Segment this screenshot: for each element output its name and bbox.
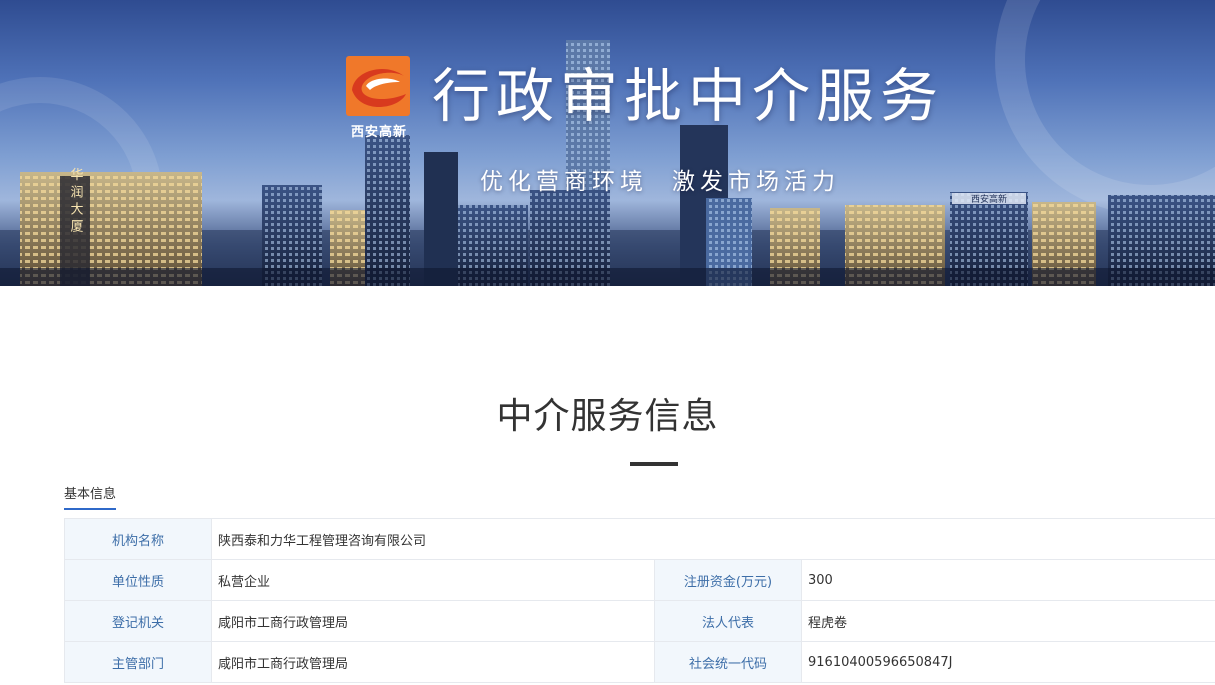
banner-title: 行政审批中介服务 [432,62,945,130]
banner-slogan: 优化营商环境 激发市场活力 [480,166,840,198]
capital-label: 注册资金(万元) [654,559,802,601]
logo-text: 西安高新 [350,125,407,140]
legal-rep-label: 法人代表 [654,600,802,642]
capital-value: 300 [801,559,1215,601]
table-row: 主管部门 咸阳市工商行政管理局 社会统一代码 91610400596650847… [64,641,1215,683]
slogan-part-2: 激发市场活力 [672,169,840,195]
nature-label: 单位性质 [64,559,212,601]
nature-value: 私营企业 [211,559,655,601]
table-row: 机构名称 陕西泰和力华工程管理咨询有限公司 [64,518,1215,560]
building-sign-1: 华 润 大 厦 [68,168,84,233]
slogan-part-1: 优化营商环境 [480,169,648,195]
org-name-value: 陕西泰和力华工程管理咨询有限公司 [211,518,1215,560]
credit-code-value: 91610400596650847J [801,641,1215,683]
credit-code-label: 社会统一代码 [654,641,802,683]
reg-authority-value: 咸阳市工商行政管理局 [211,600,655,642]
table-row: 单位性质 私营企业 注册资金(万元) 300 [64,559,1215,601]
tab-basic-info[interactable]: 基本信息 [64,486,117,510]
org-name-label: 机构名称 [64,518,212,560]
legal-rep-value: 程虎卷 [801,600,1215,642]
dept-label: 主管部门 [64,641,212,683]
basic-info-table: 机构名称 陕西泰和力华工程管理咨询有限公司 单位性质 私营企业 注册资金(万元)… [64,518,1215,683]
table-row: 登记机关 咸阳市工商行政管理局 法人代表 程虎卷 [64,600,1215,642]
reg-authority-label: 登记机关 [64,600,212,642]
hero-banner: 华 润 大 厦 西安高新 西安高新 行政审批中介服务 优化营商环境 激发市场活力 [0,0,1215,286]
dept-value: 咸阳市工商行政管理局 [211,641,655,683]
city-skyline-image: 华 润 大 厦 西安高新 [0,0,1215,286]
page-title: 中介服务信息 [496,396,719,437]
building-sign-2: 西安高新 [971,193,1007,205]
title-divider [630,462,678,466]
